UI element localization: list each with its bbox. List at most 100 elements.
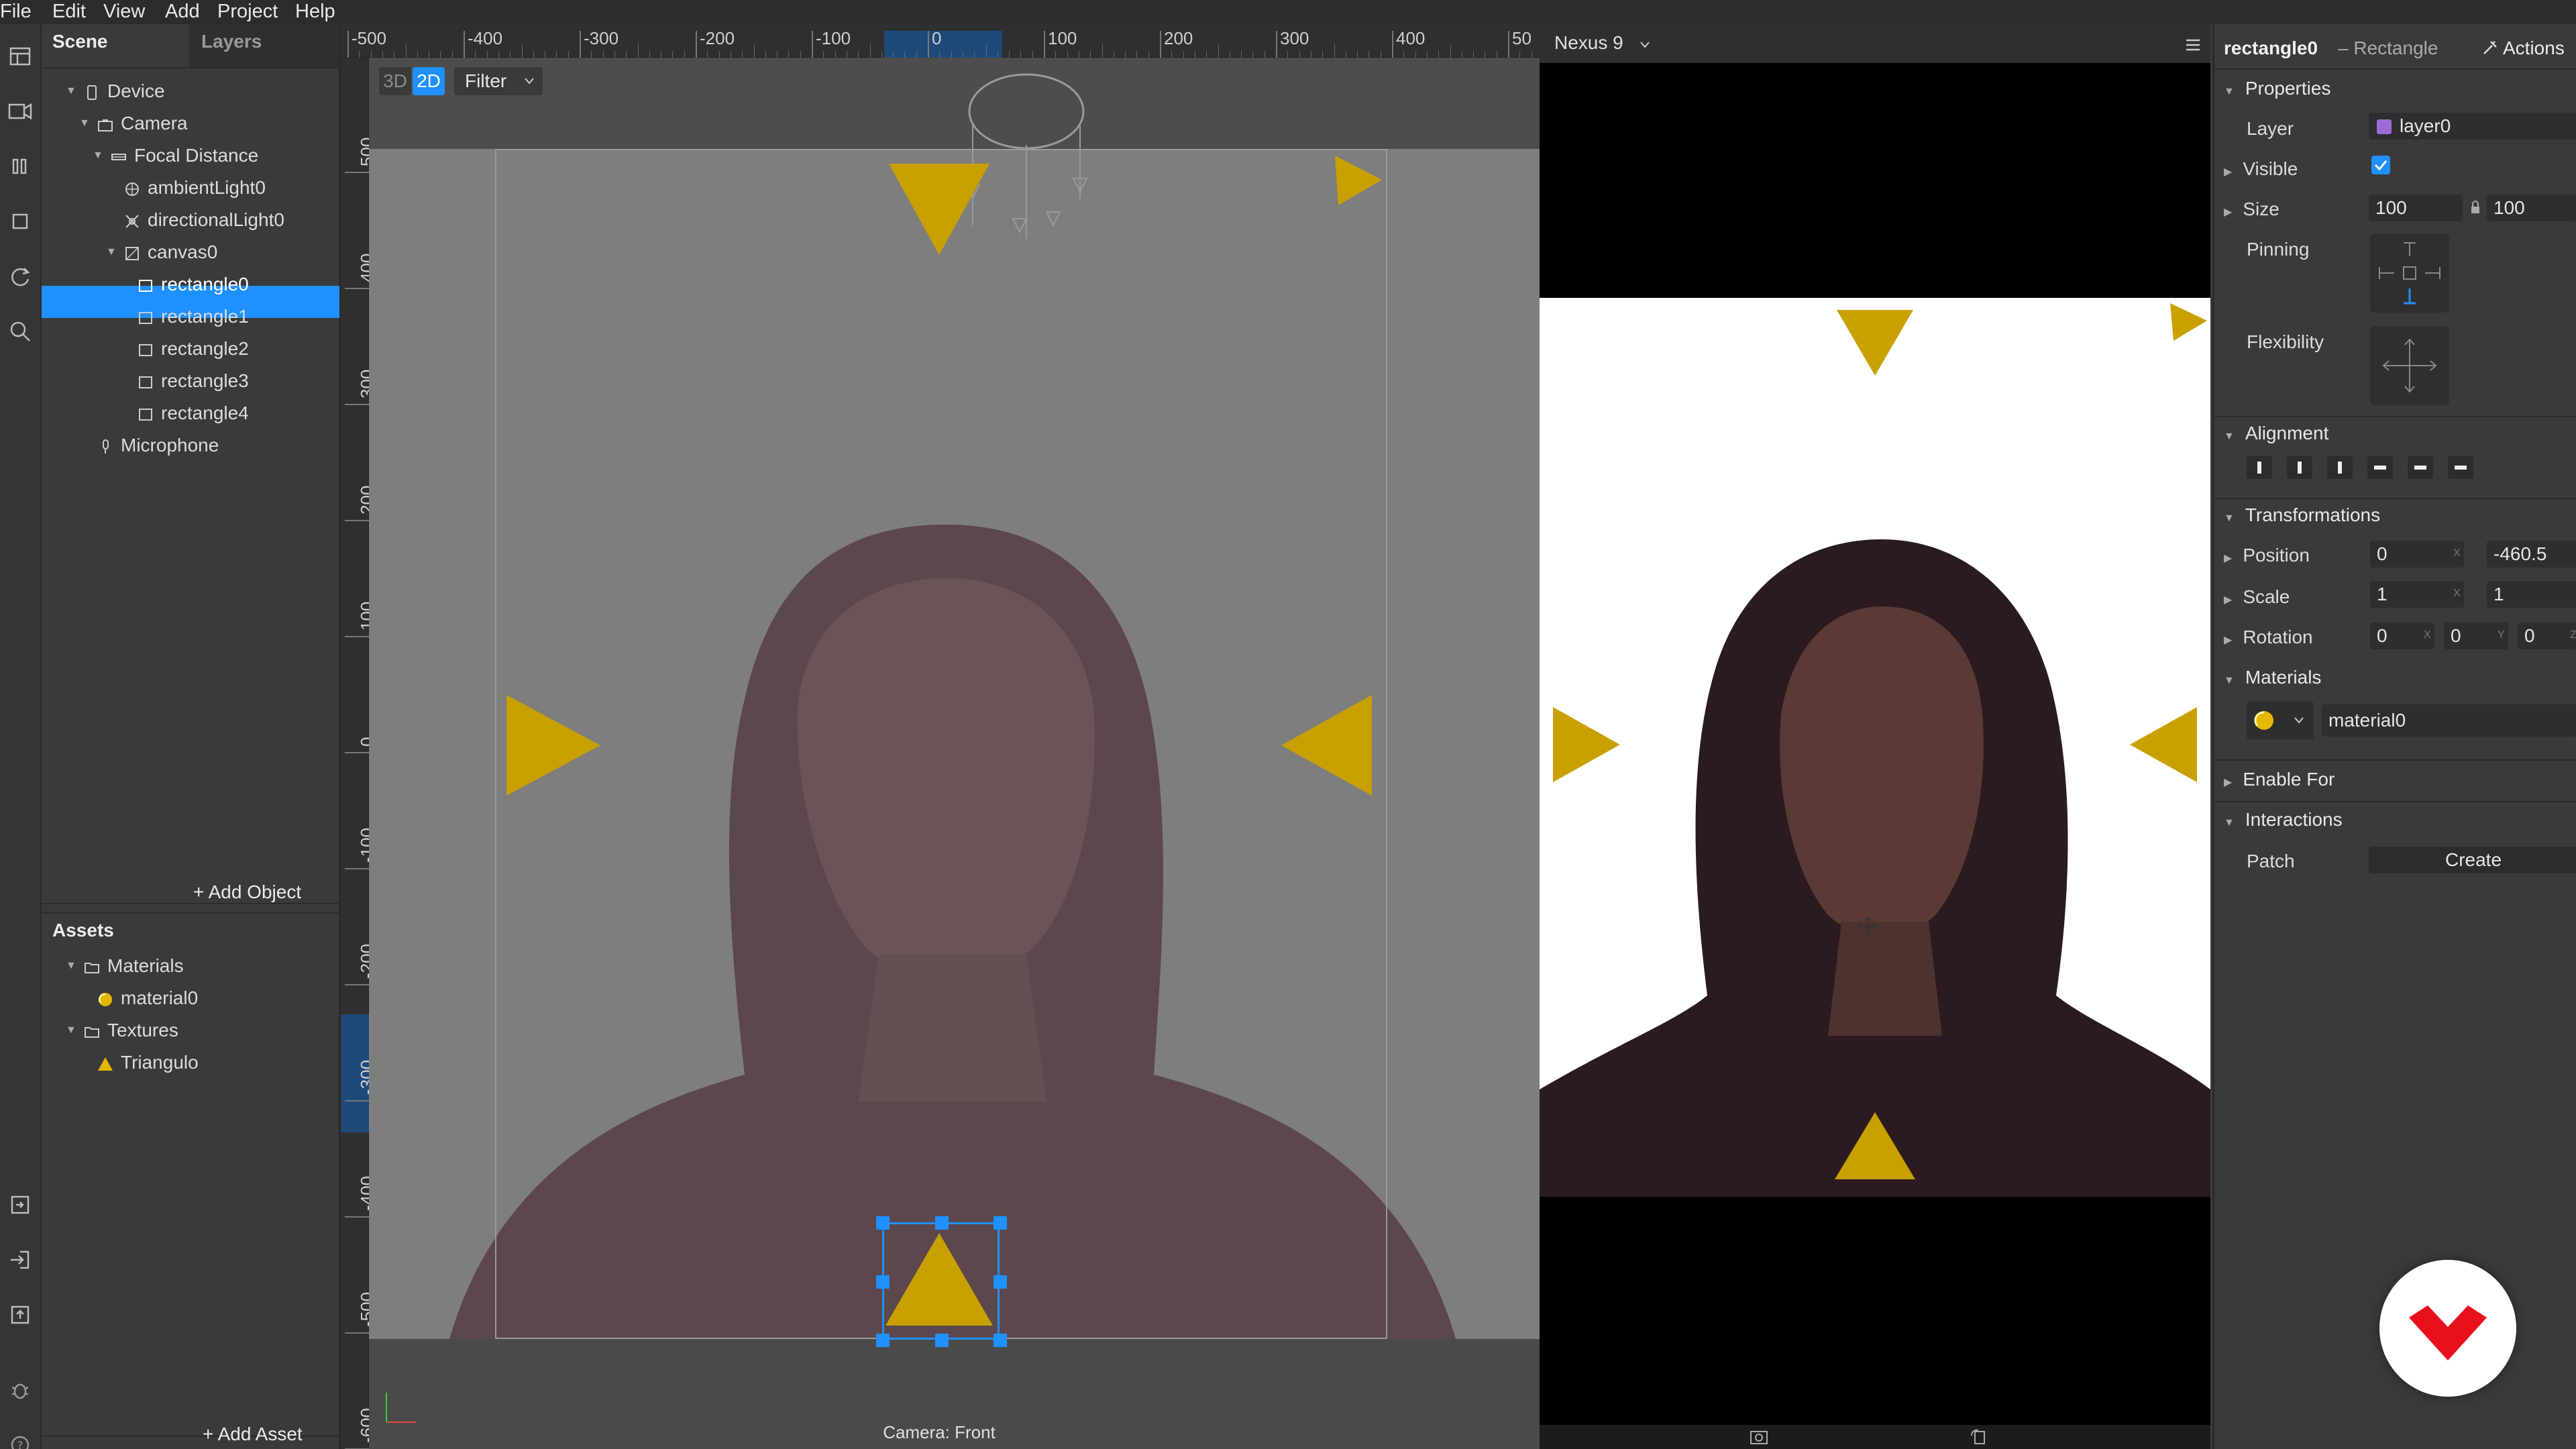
simulator-preview[interactable] <box>1540 63 2210 1449</box>
create-patch-button[interactable]: Create <box>2369 847 2576 873</box>
resize-handle[interactable] <box>934 1216 949 1230</box>
upload-icon[interactable] <box>4 1299 36 1331</box>
materials-section[interactable]: ▼ Materials <box>2224 667 2321 688</box>
tree-item-camera[interactable]: Camera <box>97 107 188 140</box>
visible-row: ▶ Visible <box>2224 158 2298 179</box>
scale-x-input[interactable]: 1 <box>2370 581 2464 608</box>
size-height-input[interactable]: 100 <box>2487 195 2576 221</box>
refresh-icon[interactable] <box>4 260 36 292</box>
menu-icon[interactable] <box>2184 38 2202 52</box>
bug-icon[interactable] <box>4 1374 36 1406</box>
video-icon[interactable] <box>4 95 36 127</box>
enable-for-section[interactable]: ▶ Enable For <box>2224 769 2334 790</box>
align-center-icon <box>2298 462 2302 474</box>
ruler-minor-tick <box>1125 51 1126 58</box>
position-y-input[interactable]: -460.5 <box>2487 541 2576 568</box>
resize-handle[interactable] <box>876 1334 890 1347</box>
expand-arrow-icon[interactable]: ▼ <box>66 1014 76 1046</box>
mode-2d-button[interactable]: 2D <box>413 67 445 95</box>
visible-checkbox[interactable] <box>2371 156 2390 174</box>
asset-item-triangulo[interactable]: Triangulo <box>97 1046 199 1079</box>
flexibility-widget[interactable] <box>2370 326 2449 405</box>
layout-icon[interactable] <box>4 40 36 72</box>
align-bottom-button[interactable] <box>2448 456 2473 479</box>
rotate-device-icon[interactable] <box>1969 1428 1989 1445</box>
tree-item-canvas0[interactable]: canvas0 <box>123 236 217 268</box>
login-icon[interactable] <box>4 1244 36 1276</box>
asset-item-textures[interactable]: Textures <box>83 1014 178 1046</box>
align-middle-v-button[interactable] <box>2408 456 2433 479</box>
position-x-input[interactable]: 0 <box>2370 541 2464 568</box>
tree-item-rectangle4[interactable]: rectangle4 <box>137 397 249 429</box>
transformations-section[interactable]: ▼ Transformations <box>2224 504 2380 526</box>
tree-item-device[interactable]: Device <box>83 75 165 107</box>
resize-handle[interactable] <box>876 1216 890 1230</box>
pinning-widget[interactable] <box>2370 233 2449 313</box>
search-icon[interactable] <box>4 315 36 347</box>
selection-box[interactable] <box>882 1222 1000 1340</box>
tree-item-rectangle1[interactable]: rectangle1 <box>137 301 249 333</box>
layer-dropdown[interactable]: layer0 <box>2369 113 2576 140</box>
ruler-minor-tick <box>521 44 523 58</box>
expand-arrow-icon[interactable]: ▼ <box>79 107 90 140</box>
tree-item-rectangle3[interactable]: rectangle3 <box>137 365 249 397</box>
alignment-section[interactable]: ▼ Alignment <box>2224 423 2328 444</box>
chevron-down-icon[interactable] <box>1639 40 1651 50</box>
resize-handle[interactable] <box>934 1334 949 1347</box>
menu-edit[interactable]: Edit <box>52 0 86 23</box>
ruler-tick <box>345 1216 369 1218</box>
menu-add[interactable]: Add <box>165 0 200 23</box>
filter-dropdown[interactable]: Filter <box>454 67 543 95</box>
scale-y-input[interactable]: 1 <box>2487 581 2576 608</box>
add-asset-button[interactable]: + Add Asset <box>203 1424 303 1445</box>
resize-handle[interactable] <box>994 1275 1007 1289</box>
tab-layers[interactable]: Layers <box>201 31 262 52</box>
tree-item-directionallight0[interactable]: directionalLight0 <box>123 204 284 236</box>
actions-button[interactable]: Actions <box>2503 38 2565 59</box>
align-center-h-button[interactable] <box>2287 456 2312 479</box>
ruler-minor-tick <box>1473 51 1474 58</box>
expand-arrow-icon[interactable]: ▼ <box>66 950 76 982</box>
actions-icon[interactable] <box>2480 39 2499 58</box>
rotation-z-input[interactable]: 0 <box>2518 623 2576 649</box>
asset-item-materials[interactable]: Materials <box>83 950 184 982</box>
device-selector[interactable]: Nexus 9 <box>1554 32 1623 54</box>
tree-item-microphone[interactable]: Microphone <box>97 429 219 462</box>
menu-file[interactable]: File <box>0 0 32 23</box>
ruler-minor-tick <box>1136 51 1138 58</box>
tree-item-ambientlight0[interactable]: ambientLight0 <box>123 172 266 204</box>
asset-item-material0[interactable]: material0 <box>97 982 198 1014</box>
add-object-button[interactable]: + Add Object <box>193 881 301 903</box>
pause-bars-icon[interactable] <box>4 150 36 182</box>
size-width-input[interactable]: 100 <box>2369 195 2463 221</box>
resize-handle[interactable] <box>876 1275 890 1289</box>
menu-help[interactable]: Help <box>295 0 335 23</box>
tree-item-focal-distance[interactable]: Focal Distance <box>110 140 258 172</box>
align-left-button[interactable] <box>2247 456 2272 479</box>
resize-handle[interactable] <box>994 1216 1007 1230</box>
expand-arrow-icon[interactable]: ▼ <box>66 75 76 107</box>
mode-3d-button[interactable]: 3D <box>379 67 411 95</box>
scene-viewport[interactable] <box>369 58 1540 1449</box>
tree-item-rectangle0[interactable]: rectangle0 <box>137 268 249 301</box>
screenshot-icon[interactable] <box>1749 1428 1769 1445</box>
menu-project[interactable]: Project <box>217 0 278 23</box>
help-icon[interactable]: ? <box>4 1429 36 1449</box>
expand-arrow-icon[interactable]: ▼ <box>93 140 103 172</box>
import-icon[interactable] <box>4 1189 36 1221</box>
expand-arrow-icon[interactable]: ▼ <box>106 236 117 268</box>
material-name-field[interactable]: material0 <box>2322 704 2576 737</box>
resize-handle[interactable] <box>994 1334 1007 1347</box>
align-right-button[interactable] <box>2327 456 2353 479</box>
lock-icon[interactable] <box>2469 200 2481 216</box>
menu-view[interactable]: View <box>103 0 145 23</box>
tree-item-rectangle2[interactable]: rectangle2 <box>137 333 249 365</box>
tab-scene[interactable]: Scene <box>52 31 108 52</box>
interactions-section[interactable]: ▼ Interactions <box>2224 809 2343 830</box>
tree-item-label: canvas0 <box>148 241 218 262</box>
align-left-icon <box>2257 462 2261 474</box>
square-icon[interactable] <box>4 205 36 237</box>
align-top-button[interactable] <box>2367 456 2393 479</box>
material-thumbnail-dropdown[interactable] <box>2247 702 2314 739</box>
properties-section[interactable]: ▼ Properties <box>2224 78 2330 99</box>
